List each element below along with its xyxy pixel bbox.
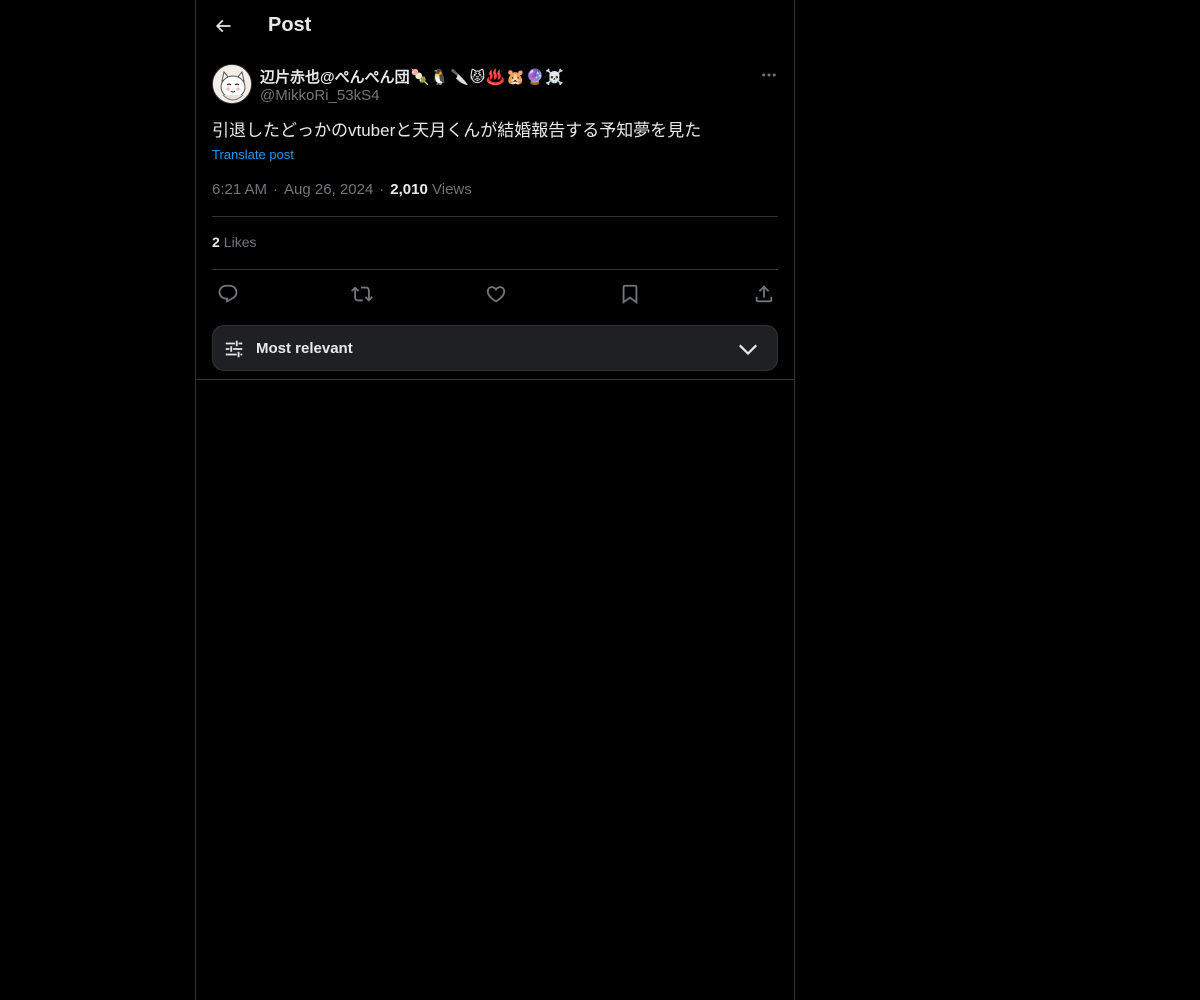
post-text: 引退したどっかのvtuberと天月くんが結婚報告する予知夢を見た <box>212 121 702 140</box>
author-name[interactable]: 辺片赤也@ぺんぺん団 🍡🐧🔪😾♨️🐹🔮☠️ <box>260 66 565 87</box>
repost-icon <box>351 286 373 302</box>
likes-stat[interactable]: 2 Likes <box>212 234 256 250</box>
main-column: Post 辺片赤也@ぺんぺん団 🍡🐧🔪😾♨️🐹🔮☠️ @MikkoRi_53kS… <box>195 0 795 1000</box>
reply-icon <box>218 284 238 303</box>
author-handle[interactable]: @MikkoRi_53kS4 <box>260 87 379 104</box>
post-date[interactable]: Aug 26, 2024 <box>284 181 373 198</box>
post-meta: 6:21 AM · Aug 26, 2024 · 2,010 Views <box>212 181 472 198</box>
likes-label: Likes <box>223 234 257 250</box>
sort-replies-dropdown[interactable]: Most relevant <box>212 325 778 371</box>
more-options-button[interactable] <box>754 63 784 87</box>
views-label: Views <box>432 181 472 198</box>
arrow-left-icon <box>215 19 231 33</box>
avatar[interactable] <box>212 64 252 104</box>
author-display-name: 辺片赤也@ぺんぺん団 <box>260 69 410 86</box>
page-header: Post <box>196 0 794 53</box>
bookmark-icon <box>622 284 638 305</box>
avatar-cat-icon <box>213 65 251 103</box>
meta-separator: · <box>379 181 385 198</box>
page-title: Post <box>268 14 312 36</box>
chevron-down-icon <box>738 344 758 356</box>
divider <box>212 269 778 270</box>
likes-count: 2 <box>212 234 220 250</box>
sliders-icon <box>225 340 243 358</box>
back-button[interactable] <box>206 9 240 43</box>
share-icon <box>755 285 773 303</box>
meta-separator: · <box>273 181 279 198</box>
views-count: 2,010 <box>390 181 428 198</box>
more-horizontal-icon <box>762 73 776 77</box>
reply-button[interactable] <box>214 280 242 308</box>
section-divider <box>196 379 794 380</box>
author-emojis: 🍡🐧🔪😾♨️🐹🔮☠️ <box>410 68 566 86</box>
translate-post-link[interactable]: Translate post <box>212 147 294 162</box>
heart-icon <box>486 286 506 303</box>
divider <box>212 216 778 217</box>
bookmark-button[interactable] <box>616 280 644 308</box>
share-button[interactable] <box>750 280 778 308</box>
post-time[interactable]: 6:21 AM <box>212 181 267 198</box>
repost-button[interactable] <box>348 280 376 308</box>
sort-label: Most relevant <box>256 340 353 357</box>
like-button[interactable] <box>482 280 510 308</box>
